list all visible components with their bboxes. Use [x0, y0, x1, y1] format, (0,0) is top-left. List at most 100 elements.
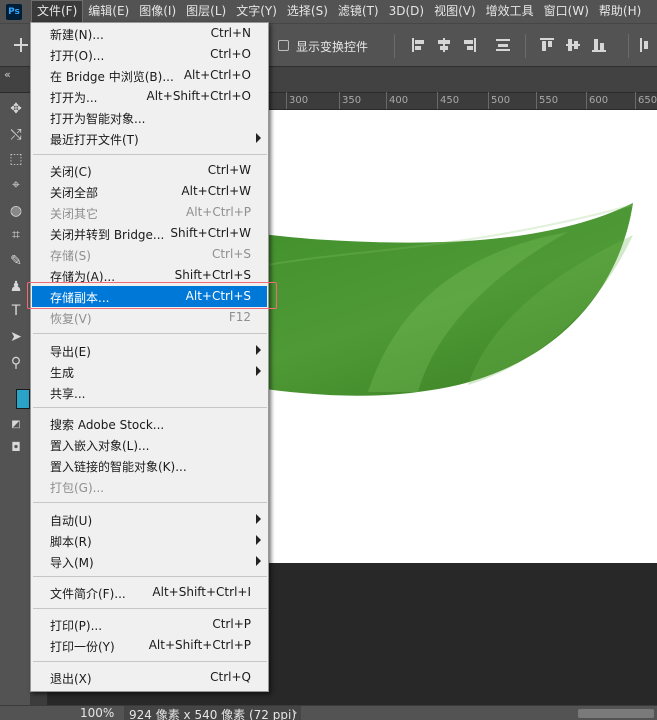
menu-item-automate[interactable]: 自动(U): [32, 509, 267, 530]
menu-item-label: 搜索 Adobe Stock...: [50, 418, 165, 432]
menu-separator: [33, 576, 267, 577]
align-horizontal-center-icon[interactable]: [437, 38, 451, 52]
default-colors-icon[interactable]: ◩: [8, 417, 24, 433]
menu-item-label: 置入链接的智能对象(K)...: [50, 460, 187, 474]
distribute-left-icon[interactable]: [640, 38, 654, 52]
menu-item-close-all[interactable]: 关闭全部 Alt+Ctrl+W: [32, 181, 267, 202]
menu-edit[interactable]: 编辑(E): [83, 0, 134, 23]
menu-item-export[interactable]: 导出(E): [32, 340, 267, 361]
menu-item-close-others[interactable]: 关闭其它 Alt+Ctrl+P: [32, 202, 267, 223]
menu-layer[interactable]: 图层(L): [181, 0, 231, 23]
lasso-tool-icon[interactable]: ⌖: [8, 177, 24, 193]
menu-item-package[interactable]: 打包(G)...: [32, 476, 267, 497]
menu-select[interactable]: 选择(S): [282, 0, 333, 23]
submenu-arrow-icon: [256, 366, 261, 376]
artboard-tool-icon[interactable]: ⤭: [8, 127, 24, 143]
menu-item-place-linked[interactable]: 置入链接的智能对象(K)...: [32, 455, 267, 476]
menu-item-label: 打印一份(Y): [50, 640, 115, 654]
move-tool-preset-icon[interactable]: [14, 38, 28, 52]
menu-item-place-embedded[interactable]: 置入嵌入对象(L)...: [32, 434, 267, 455]
zoom-tool-icon[interactable]: ⚲: [8, 355, 24, 371]
status-menu-arrow[interactable]: ›: [293, 706, 297, 719]
menu-file[interactable]: 文件(F): [31, 0, 84, 23]
collapse-panel-icon[interactable]: «: [4, 68, 11, 81]
menu-item-save[interactable]: 存储(S) Ctrl+S: [32, 244, 267, 265]
menu-item-generate[interactable]: 生成: [32, 361, 267, 382]
menu-item-shortcut: F12: [228, 310, 251, 324]
menu-item-revert[interactable]: 恢复(V) F12: [32, 307, 267, 328]
menu-item-open-as-smart-object[interactable]: 打开为智能对象...: [32, 107, 267, 128]
menu-item-label: 脚本(R): [50, 535, 92, 549]
menu-item-recent-files[interactable]: 最近打开文件(T): [32, 128, 267, 149]
file-menu-dropdown: 新建(N)... Ctrl+N 打开(O)... Ctrl+O 在 Bridge 中…: [30, 22, 269, 692]
zoom-level[interactable]: 100%: [80, 706, 114, 720]
horizontal-scrollbar[interactable]: [578, 709, 654, 718]
menu-item-label: 导入(M): [50, 556, 94, 570]
menu-item-label: 在 Bridge 中浏览(B)...: [50, 70, 174, 84]
eyedropper-tool-icon[interactable]: ✎: [8, 253, 24, 269]
menu-window[interactable]: 窗口(W): [539, 0, 594, 23]
stamp-tool-icon[interactable]: ♟: [8, 279, 24, 295]
menu-item-print-one-copy[interactable]: 打印一份(Y) Alt+Shift+Ctrl+P: [32, 635, 267, 656]
menu-item-shortcut: Alt+Ctrl+P: [186, 205, 251, 219]
menu-item-shortcut: Shift+Ctrl+S: [174, 268, 251, 282]
menu-item-file-info[interactable]: 文件简介(F)... Alt+Shift+Ctrl+I: [32, 582, 267, 603]
align-bottom-icon[interactable]: [592, 38, 606, 52]
menu-item-label: 生成: [50, 366, 75, 380]
distribute-icon[interactable]: [496, 38, 510, 52]
type-tool-icon[interactable]: T: [8, 303, 24, 319]
menu-item-browse-in-bridge[interactable]: 在 Bridge 中浏览(B)... Alt+Ctrl+O: [32, 65, 267, 86]
crop-tool-icon[interactable]: ⌗: [8, 227, 24, 243]
object-selection-tool-icon[interactable]: ◍: [8, 203, 24, 219]
menu-item-open-as[interactable]: 打开为... Alt+Shift+Ctrl+O: [32, 86, 267, 107]
menu-3d[interactable]: 3D(D): [384, 0, 429, 23]
options-divider: [394, 34, 395, 58]
menu-item-shortcut: Alt+Shift+Ctrl+O: [146, 89, 251, 103]
menu-item-import[interactable]: 导入(M): [32, 551, 267, 572]
move-tool-icon[interactable]: ✥: [8, 101, 24, 117]
menu-item-close[interactable]: 关闭(C) Ctrl+W: [32, 160, 267, 181]
menu-item-scripts[interactable]: 脚本(R): [32, 530, 267, 551]
menu-image[interactable]: 图像(I): [134, 0, 181, 23]
ruler-label: 550: [539, 95, 559, 106]
ruler-tick: [488, 92, 489, 109]
quick-mask-icon[interactable]: ◘: [8, 439, 24, 455]
menu-item-search-adobe-stock[interactable]: 搜索 Adobe Stock...: [32, 413, 267, 434]
menu-item-shortcut: Alt+Shift+Ctrl+P: [148, 638, 251, 652]
menu-plugins[interactable]: 增效工具: [481, 0, 539, 23]
submenu-arrow-icon: [256, 535, 261, 545]
ruler-label: 650: [638, 95, 657, 106]
path-selection-tool-icon[interactable]: ➤: [8, 329, 24, 345]
menu-item-label: 关闭并转到 Bridge...: [50, 228, 165, 242]
menu-item-close-and-go-to-bridge[interactable]: 关闭并转到 Bridge... Shift+Ctrl+W: [32, 223, 267, 244]
menu-view[interactable]: 视图(V): [429, 0, 481, 23]
menu-help[interactable]: 帮助(H): [594, 0, 646, 23]
menu-item-label: 关闭(C): [50, 165, 92, 179]
menu-item-shortcut: Ctrl+S: [211, 247, 251, 261]
ruler-tick: [437, 92, 438, 109]
menu-item-label: 退出(X): [50, 672, 92, 686]
menu-item-open[interactable]: 打开(O)... Ctrl+O: [32, 44, 267, 65]
align-right-icon[interactable]: [462, 38, 476, 52]
document-info: 924 像素 x 540 像素 (72 ppi): [124, 706, 301, 720]
foreground-color-swatch[interactable]: [16, 389, 30, 409]
menu-item-print[interactable]: 打印(P)... Ctrl+P: [32, 614, 267, 635]
status-bar: 100% 924 像素 x 540 像素 (72 ppi) ›: [0, 705, 657, 720]
align-top-icon[interactable]: [540, 38, 554, 52]
menu-filter[interactable]: 滤镜(T): [333, 0, 384, 23]
marquee-tool-icon[interactable]: ⬚: [8, 151, 24, 167]
menu-separator: [33, 661, 267, 662]
submenu-arrow-icon: [256, 345, 261, 355]
menu-item-exit[interactable]: 退出(X) Ctrl+Q: [32, 667, 267, 688]
tools-panel: ✥ ⤭ ⬚ ⌖ ◍ ⌗ ✎ ♟ T ➤ ⚲ ◩ ◘: [0, 93, 31, 720]
align-left-icon[interactable]: [412, 38, 426, 52]
menu-item-shortcut: Alt+Ctrl+O: [183, 68, 251, 82]
menu-item-label: 置入嵌入对象(L)...: [50, 439, 150, 453]
align-vertical-center-icon[interactable]: [566, 38, 580, 52]
menu-item-label: 打开(O)...: [50, 49, 105, 63]
menu-item-share[interactable]: 共享...: [32, 382, 267, 403]
show-transform-controls-checkbox[interactable]: [278, 40, 289, 51]
menu-separator: [33, 154, 267, 155]
menu-type[interactable]: 文字(Y): [231, 0, 282, 23]
menu-item-new[interactable]: 新建(N)... Ctrl+N: [32, 23, 267, 44]
